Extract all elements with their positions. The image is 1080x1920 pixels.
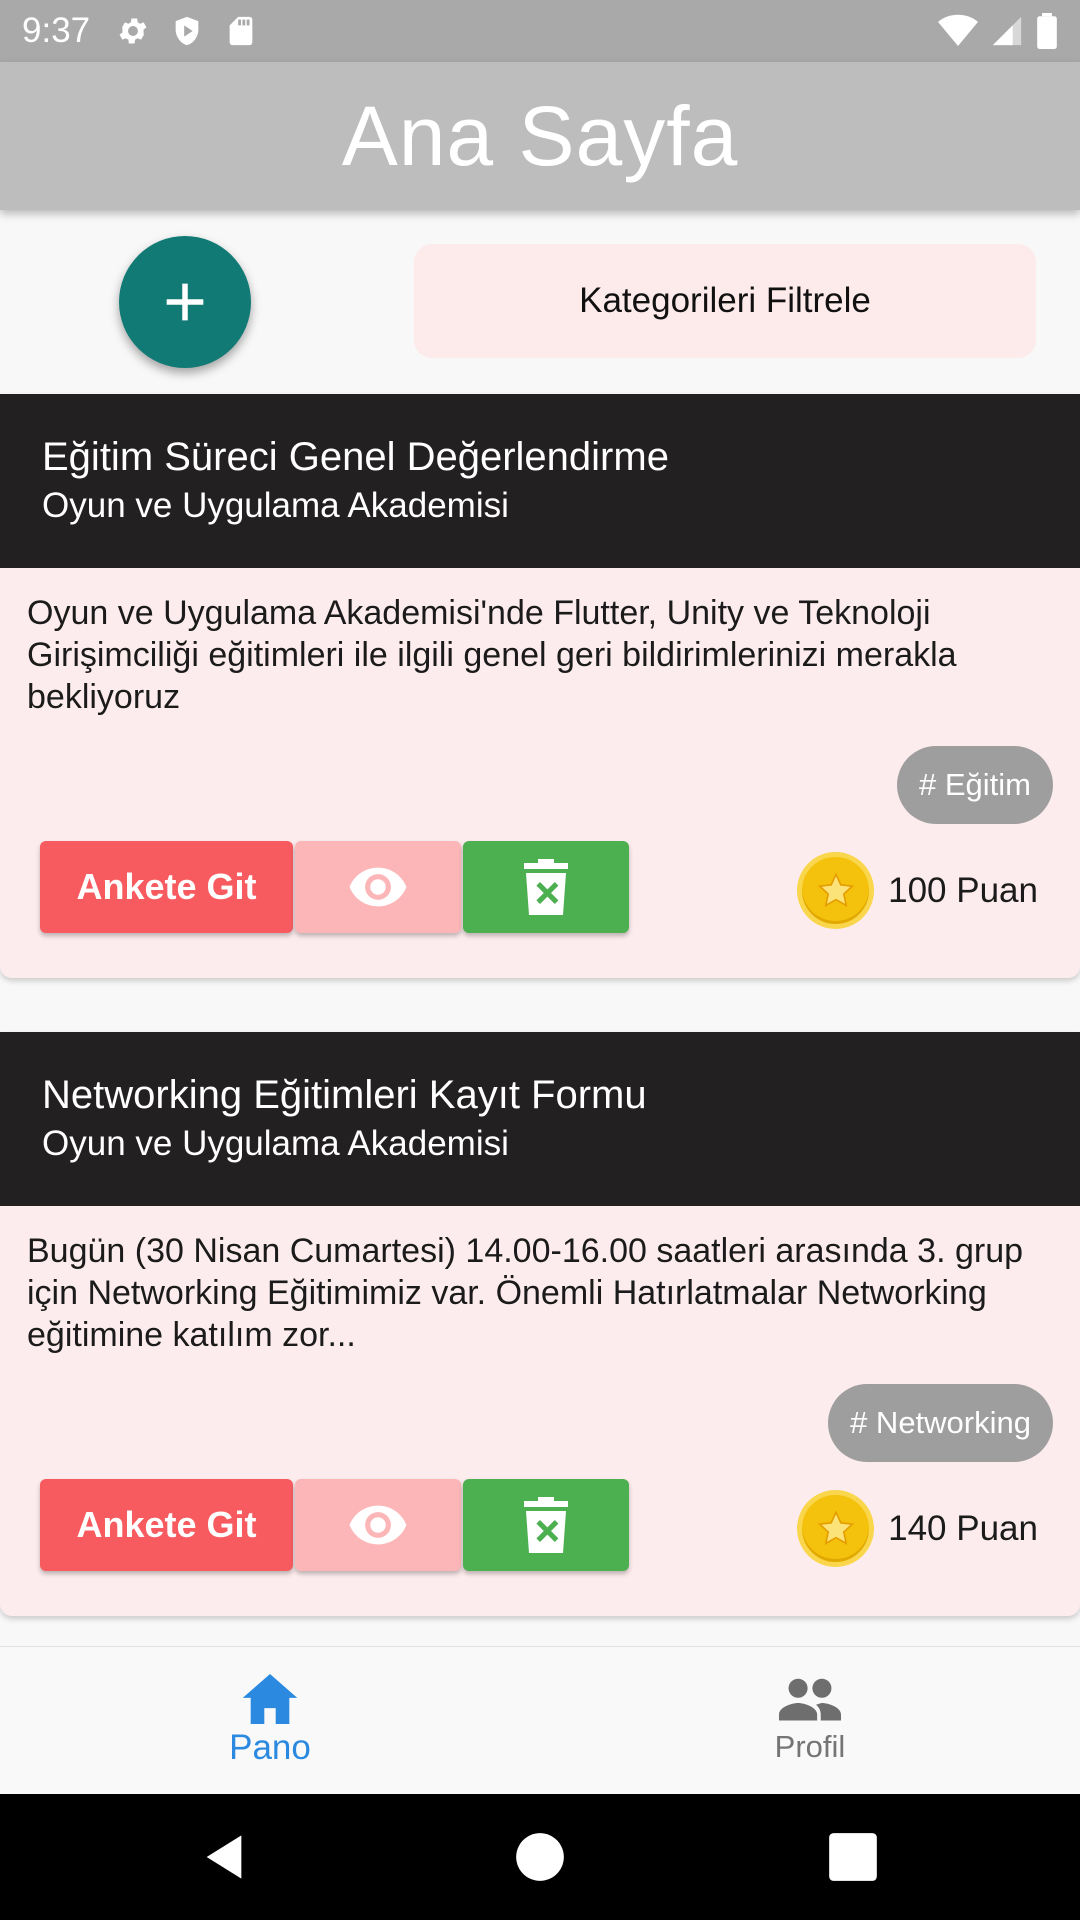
system-navigation-bar bbox=[0, 1794, 1080, 1920]
survey-description: Bugün (30 Nisan Cumartesi) 14.00-16.00 s… bbox=[27, 1232, 1024, 1354]
filter-categories-button[interactable]: Kategorileri Filtrele bbox=[414, 244, 1036, 358]
delete-button[interactable] bbox=[463, 841, 629, 933]
survey-card: Networking Eğitimleri Kayıt Formu Oyun v… bbox=[0, 1032, 1080, 1616]
points-value: 140 Puan bbox=[888, 1509, 1038, 1548]
recents-icon[interactable] bbox=[827, 1831, 879, 1883]
home-circle-icon[interactable] bbox=[514, 1831, 566, 1883]
wifi-icon bbox=[938, 14, 978, 46]
gear-icon bbox=[119, 18, 147, 44]
home-icon bbox=[242, 1674, 298, 1724]
view-button[interactable] bbox=[295, 1479, 461, 1571]
bottom-navigation: Pano Profil bbox=[0, 1646, 1080, 1794]
nav-label-pano: Pano bbox=[229, 1728, 311, 1767]
survey-organization: Oyun ve Uygulama Akademisi bbox=[42, 486, 509, 525]
nav-item-pano[interactable]: Pano bbox=[0, 1647, 540, 1795]
coin-icon bbox=[797, 1490, 874, 1567]
eye-icon bbox=[349, 867, 407, 907]
trash-icon bbox=[524, 1497, 568, 1553]
coin-icon bbox=[797, 852, 874, 929]
status-system-icons bbox=[938, 13, 1058, 49]
survey-card-body: Bugün (30 Nisan Cumartesi) 14.00-16.00 s… bbox=[0, 1206, 1080, 1616]
survey-title: Eğitim Süreci Genel Değerlendirme bbox=[42, 435, 669, 479]
go-to-survey-button[interactable]: Ankete Git bbox=[40, 841, 293, 933]
app-bar: Ana Sayfa bbox=[0, 62, 1080, 210]
nav-item-profil[interactable]: Profil bbox=[540, 1647, 1080, 1795]
status-bar: 9:37 bbox=[0, 0, 1080, 62]
survey-description: Oyun ve Uygulama Akademisi'nde Flutter, … bbox=[27, 594, 957, 716]
add-survey-button[interactable] bbox=[119, 236, 251, 368]
category-tag[interactable]: # Eğitim bbox=[897, 746, 1053, 824]
go-to-survey-button[interactable]: Ankete Git bbox=[40, 1479, 293, 1571]
battery-icon bbox=[1037, 13, 1057, 49]
nav-label-profil: Profil bbox=[774, 1729, 846, 1764]
shield-icon bbox=[175, 16, 199, 46]
survey-organization: Oyun ve Uygulama Akademisi bbox=[42, 1124, 509, 1163]
points-value: 100 Puan bbox=[888, 871, 1038, 910]
plus-icon bbox=[166, 283, 204, 321]
survey-card-body: Oyun ve Uygulama Akademisi'nde Flutter, … bbox=[0, 568, 1080, 978]
star-icon bbox=[817, 1509, 854, 1545]
page-title: Ana Sayfa bbox=[341, 88, 739, 183]
survey-card-header: Networking Eğitimleri Kayıt Formu Oyun v… bbox=[0, 1032, 1080, 1206]
category-tag[interactable]: # Networking bbox=[828, 1384, 1053, 1462]
sd-card-icon bbox=[229, 16, 253, 46]
people-icon bbox=[779, 1678, 841, 1721]
back-icon[interactable] bbox=[198, 1831, 250, 1883]
status-notification-icons bbox=[116, 14, 258, 48]
trash-icon bbox=[524, 859, 568, 915]
survey-card-header: Eğitim Süreci Genel Değerlendirme Oyun v… bbox=[0, 394, 1080, 568]
survey-card: Eğitim Süreci Genel Değerlendirme Oyun v… bbox=[0, 394, 1080, 978]
status-time: 9:37 bbox=[22, 11, 91, 50]
eye-icon bbox=[349, 1505, 407, 1545]
survey-title: Networking Eğitimleri Kayıt Formu bbox=[42, 1073, 647, 1117]
star-icon bbox=[817, 871, 854, 907]
view-button[interactable] bbox=[295, 841, 461, 933]
screen: 9:37 Ana Sayfa Kategorileri Filtrele Eği… bbox=[0, 0, 1080, 1920]
delete-button[interactable] bbox=[463, 1479, 629, 1571]
signal-icon bbox=[992, 16, 1022, 46]
